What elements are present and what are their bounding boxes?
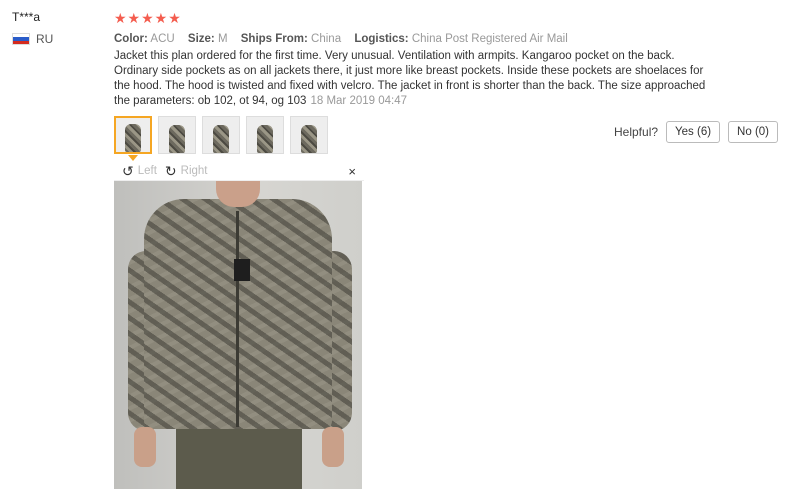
meta-color: Color: ACU bbox=[114, 33, 175, 45]
review-thumbnails bbox=[114, 116, 328, 154]
review-thumbnail-4[interactable] bbox=[246, 116, 284, 154]
meta-size: Size: M bbox=[187, 33, 228, 45]
russia-flag-icon bbox=[12, 33, 30, 45]
review-body: ★★★★★ Color: ACU Size: M Ships From: Chi… bbox=[114, 10, 790, 109]
review-meta: Color: ACU Size: M Ships From: China Log… bbox=[114, 33, 790, 45]
helpful-label: Helpful? bbox=[614, 125, 659, 139]
rotate-left-icon: ↺ bbox=[122, 162, 134, 179]
review-thumbnail-2[interactable] bbox=[158, 116, 196, 154]
meta-logistics: Logistics: China Post Registered Air Mai… bbox=[354, 33, 568, 45]
review-thumbnail-3[interactable] bbox=[202, 116, 240, 154]
image-viewer: ↺ Left ↻ Right × bbox=[114, 162, 364, 489]
thumbnail-pointer bbox=[128, 155, 138, 161]
review-thumbnail-1[interactable] bbox=[114, 116, 152, 154]
meta-ships-from: Ships From: China bbox=[240, 33, 342, 45]
helpful-yes-button[interactable]: Yes (6) bbox=[666, 121, 721, 143]
country-code: RU bbox=[36, 32, 54, 46]
close-icon[interactable]: × bbox=[348, 164, 356, 179]
helpful-no-button[interactable]: No (0) bbox=[728, 121, 778, 143]
review-photo bbox=[114, 181, 362, 489]
review-thumbnail-5[interactable] bbox=[290, 116, 328, 154]
rotate-right-button[interactable]: ↻ Right bbox=[165, 163, 208, 180]
review-date: 18 Mar 2019 04:47 bbox=[310, 95, 407, 107]
helpful-vote: Helpful? Yes (6) No (0) bbox=[614, 121, 778, 143]
review-text: Jacket this plan ordered for the first t… bbox=[114, 50, 706, 107]
reviewer-name: T***a bbox=[12, 10, 41, 24]
reviewer-country: RU bbox=[12, 32, 53, 46]
rotate-right-icon: ↻ bbox=[164, 162, 177, 179]
rating-stars: ★★★★★ bbox=[114, 10, 182, 26]
viewer-toolbar: ↺ Left ↻ Right × bbox=[114, 162, 364, 181]
rotate-left-button[interactable]: ↺ Left bbox=[122, 163, 157, 180]
reviewer: T***a RU bbox=[12, 10, 53, 46]
